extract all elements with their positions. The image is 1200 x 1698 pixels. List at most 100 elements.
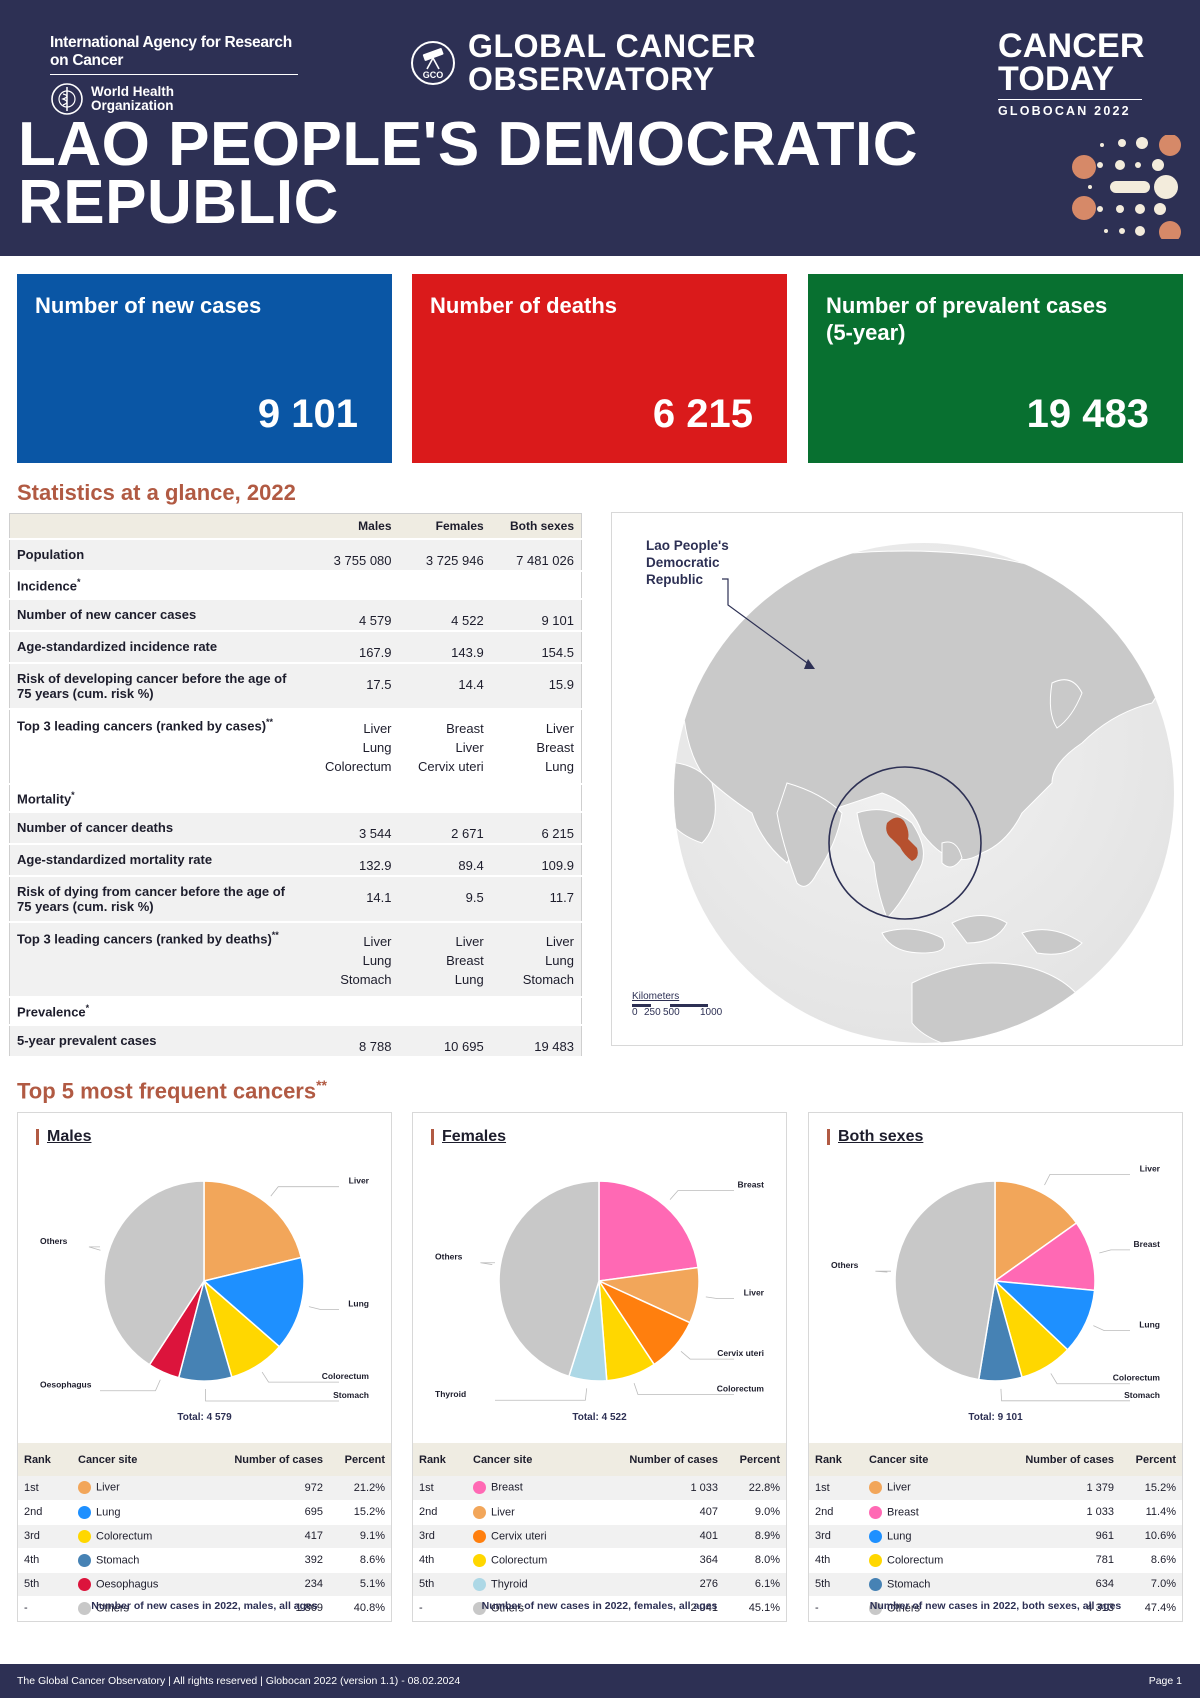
pie-label: Oesophagus xyxy=(40,1380,92,1390)
rank-cell: 1st xyxy=(809,1476,863,1501)
table-row: 4th Stomach 392 8.6% xyxy=(18,1548,391,1573)
gco-logo: GCO GLOBAL CANCER OBSERVATORY xyxy=(410,30,756,96)
card-new-cases: Number of new cases 9 101 xyxy=(17,274,392,463)
iarc-name: International Agency for Research on Can… xyxy=(50,34,298,75)
cases-cell: 634 xyxy=(981,1572,1120,1597)
cancer-table-header: Rank xyxy=(809,1443,863,1476)
glance-title: Statistics at a glance, 2022 xyxy=(17,480,296,505)
legend-swatch-icon xyxy=(78,1553,91,1567)
card-value: 19 483 xyxy=(1026,392,1149,436)
glance-cell: 3 725 946 xyxy=(425,552,484,568)
rank-cell: 2nd xyxy=(809,1500,863,1525)
table-row: 2nd Breast 1 033 11.4% xyxy=(809,1500,1182,1525)
cancer-table: Rank Cancer site Number of cases Percent 1st… xyxy=(413,1443,786,1621)
legend-swatch-icon xyxy=(869,1481,882,1495)
pie-leader-line xyxy=(1044,1173,1130,1186)
pie-label: Thyroid xyxy=(435,1389,466,1399)
pie-label: Liver xyxy=(349,1176,370,1186)
percent-cell: 6.1% xyxy=(724,1572,786,1597)
card-label: Number of new cases xyxy=(35,293,262,318)
pie-leader-line xyxy=(205,1388,339,1402)
glance-cell: Liver Lung Colorectum xyxy=(325,720,392,774)
table-row: 1st Liver 1 379 15.2% xyxy=(809,1476,1182,1501)
legend-swatch-icon xyxy=(869,1505,882,1519)
glance-cell: 9 101 xyxy=(541,612,574,628)
cases-cell: 961 xyxy=(981,1524,1120,1549)
glance-row-label: Population xyxy=(17,546,85,562)
glance-cell: 154.5 xyxy=(541,644,574,660)
legend-swatch-icon xyxy=(869,1529,882,1543)
percent-cell: 11.4% xyxy=(1120,1500,1182,1525)
site-cell: Cervix uteri xyxy=(491,1529,547,1542)
footer-copyright: The Global Cancer Observatory | All righ… xyxy=(17,1675,461,1687)
glance-cell: 11.7 xyxy=(549,889,574,905)
glance-cell: 14.4 xyxy=(458,676,484,692)
cancer-table-header: Cancer site xyxy=(72,1443,195,1476)
card-deaths: Number of deaths 6 215 xyxy=(412,274,787,463)
glance-row-label: Risk of dying from cancer before the age… xyxy=(17,883,285,914)
glance-cell: 2 671 xyxy=(451,825,484,841)
site-cell: Lung xyxy=(887,1529,912,1542)
table-row: 5th Stomach 634 7.0% xyxy=(809,1572,1182,1597)
pie-leader-line xyxy=(1099,1249,1130,1254)
site-cell: Thyroid xyxy=(491,1577,528,1590)
cases-cell: 276 xyxy=(585,1572,724,1597)
site-cell: Breast xyxy=(887,1505,919,1518)
legend-swatch-icon xyxy=(473,1505,486,1519)
table-row: 1st Breast 1 033 22.8% xyxy=(413,1476,786,1501)
percent-cell: 9.0% xyxy=(724,1500,786,1525)
rank-cell: 5th xyxy=(413,1572,467,1597)
pie-leader-line xyxy=(1093,1325,1130,1332)
site-cell: Stomach xyxy=(887,1577,931,1590)
cases-cell: 364 xyxy=(585,1548,724,1573)
cases-cell: 234 xyxy=(194,1572,329,1597)
percent-cell: 8.6% xyxy=(1120,1548,1182,1573)
cases-cell: 401 xyxy=(585,1524,724,1549)
glance-cell: 132.9 xyxy=(358,857,392,873)
pie-label: Breast xyxy=(738,1180,765,1190)
panel-caption: Number of new cases in 2022, both sexes,… xyxy=(869,1600,1122,1612)
glance-cell: 9.5 xyxy=(465,889,484,905)
cases-cell: 1 033 xyxy=(981,1500,1120,1525)
site-cell: Colorectum xyxy=(96,1529,153,1542)
rank-cell: 3rd xyxy=(18,1524,72,1549)
panel-title: Males xyxy=(36,1129,91,1145)
percent-cell: 8.6% xyxy=(329,1548,391,1573)
scale-title: Kilometers xyxy=(632,991,680,1002)
glance-cell: 10 695 xyxy=(443,1038,484,1054)
cancer-table-header: Cancer site xyxy=(467,1443,586,1476)
legend-swatch-icon xyxy=(78,1529,91,1543)
iarc-logo: International Agency for Research on Can… xyxy=(50,34,298,116)
table-row: 5th Thyroid 276 6.1% xyxy=(413,1572,786,1597)
pie-label: Liver xyxy=(1140,1163,1161,1173)
pie-label: Stomach xyxy=(333,1390,369,1400)
top5-title: Top 5 most frequent cancers** xyxy=(17,1077,328,1104)
panel-title: Both sexes xyxy=(827,1129,923,1145)
glance-section-row: Mortality* xyxy=(9,783,582,812)
glance-cell: 19 483 xyxy=(534,1038,574,1054)
decorative-dots-icon xyxy=(1072,135,1181,239)
col-males: Males xyxy=(305,513,399,539)
card-label: Number of deaths xyxy=(430,293,618,318)
pie-chart: Liver Breast Lung Colorectum Stomach Others xyxy=(831,1163,1161,1402)
cases-cell: 695 xyxy=(194,1500,329,1525)
cases-cell: 781 xyxy=(981,1548,1120,1573)
glance-row-label: Number of new cancer cases xyxy=(17,606,197,622)
cancer-table-header: Percent xyxy=(329,1443,391,1476)
pie-label: Lung xyxy=(348,1298,369,1308)
pie-leader-line xyxy=(270,1186,339,1197)
glance-row-label: Risk of developing cancer before the age… xyxy=(17,670,287,701)
gco-title-line1: GLOBAL CANCER xyxy=(468,28,757,64)
pie-slice-others xyxy=(894,1180,996,1381)
site-cell: Oesophagus xyxy=(96,1577,159,1590)
glance-cell: Breast Liver Cervix uteri xyxy=(417,720,484,774)
glance-cell: 6 215 xyxy=(541,825,574,841)
glance-row: Age-standardized mortality rate 132.9 89.4… xyxy=(9,843,582,876)
pie-label: Breast xyxy=(1134,1239,1161,1249)
glance-cell: 109.9 xyxy=(541,857,574,873)
footer-page-number: Page 1 xyxy=(1148,1675,1182,1687)
percent-cell: 8.0% xyxy=(724,1548,786,1573)
glance-row: 5-year prevalent cases 8 788 10 695 19 483 xyxy=(9,1024,582,1057)
telescope-icon: GCO xyxy=(411,41,455,85)
glance-row: Risk of developing cancer before the age… xyxy=(9,662,582,709)
